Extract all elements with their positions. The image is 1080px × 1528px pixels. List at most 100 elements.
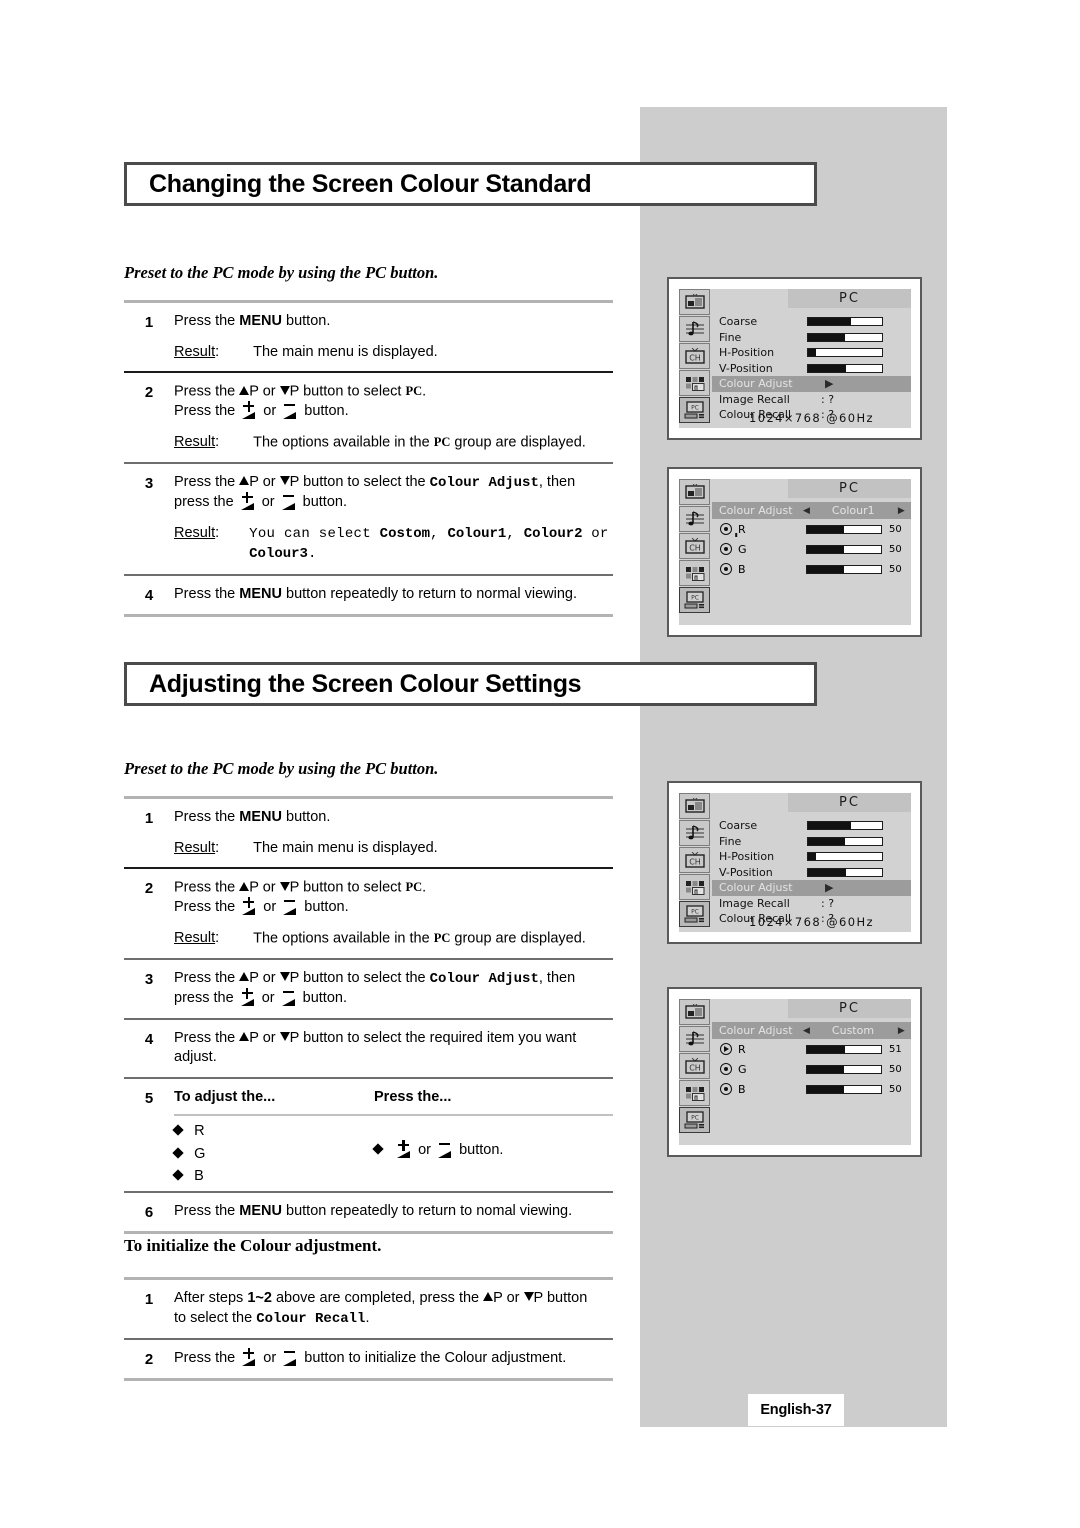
osd-row-h-position[interactable]: H-Position	[712, 849, 911, 865]
step-text: button repeatedly to return to normal vi…	[281, 585, 577, 602]
steps-list-section-1: 1 Press the MENU button. Result: The mai…	[124, 300, 613, 617]
sound-icon[interactable]	[679, 316, 710, 342]
osd-rgb-label: R	[738, 1042, 746, 1056]
osd-row-coarse[interactable]: Coarse	[712, 314, 911, 330]
step-text: button repeatedly to return to nomal vie…	[281, 1202, 573, 1219]
osd-content: PC Coarse Fine H-Position V-Position Col…	[712, 793, 911, 932]
osd-rgb-value: 50	[889, 1063, 902, 1075]
chevron-left-icon[interactable]: ◀	[803, 1026, 810, 1036]
feature-icon[interactable]	[679, 874, 710, 900]
osd-rgb-row-g[interactable]: G 50	[712, 539, 911, 559]
radio-dot-icon[interactable]	[720, 543, 732, 555]
osd-slider-fine[interactable]	[807, 332, 883, 342]
osd-row-v-position[interactable]: V-Position	[712, 361, 911, 377]
osd-slider-b[interactable]	[806, 1084, 882, 1094]
feature-icon[interactable]	[679, 1080, 710, 1106]
pc-icon[interactable]: PC	[679, 901, 710, 927]
osd-row-image-recall[interactable]: Image Recall : ?	[712, 392, 911, 408]
osd-selector-colour-adjust[interactable]: Colour Adjust ◀ Colour1 ▶	[712, 502, 911, 519]
chevron-right-icon[interactable]: ▶	[898, 506, 905, 516]
osd-slider-r[interactable]	[806, 524, 882, 534]
menu-item-colour-adjust: Colour Adjust	[429, 474, 539, 491]
sound-icon[interactable]	[679, 820, 710, 846]
result-text: You can select Costom, Colour1, Colour2 …	[249, 525, 609, 563]
step-text: button.	[300, 899, 349, 915]
step-text: P button to select	[289, 879, 406, 896]
radio-dot-icon[interactable]	[720, 563, 732, 575]
osd-slider-h-position[interactable]	[807, 348, 883, 358]
feature-icon[interactable]	[679, 560, 710, 586]
svg-text:CH: CH	[689, 1063, 701, 1072]
step-body: After steps 1~2 above are completed, pre…	[174, 1289, 613, 1329]
osd-rgb-row-r[interactable]: R 50	[712, 519, 911, 539]
triangle-down-icon	[523, 1292, 534, 1301]
channel-icon[interactable]: CH	[679, 343, 710, 369]
sound-icon[interactable]	[679, 506, 710, 532]
osd-slider-g[interactable]	[806, 544, 882, 554]
radio-dot-icon[interactable]	[720, 1063, 732, 1075]
osd-slider-coarse[interactable]	[807, 821, 883, 831]
radio-selected-icon[interactable]	[720, 1043, 732, 1055]
picture-icon[interactable]	[679, 289, 710, 315]
triangle-up-icon	[239, 881, 250, 891]
osd-selector-label: Colour Adjust	[719, 1024, 793, 1037]
pc-icon[interactable]: PC	[679, 1107, 710, 1133]
svg-text:CH: CH	[689, 543, 701, 552]
osd-row-fine[interactable]: Fine	[712, 330, 911, 346]
feature-icon[interactable]	[679, 370, 710, 396]
osd-row-colour-adjust[interactable]: Colour Adjust ▶	[712, 376, 911, 392]
step-number: 1	[144, 1291, 154, 1308]
step-text: P or	[493, 1290, 524, 1306]
osd-slider-r[interactable]	[806, 1044, 882, 1054]
step-text: or	[257, 494, 279, 510]
osd-title: PC	[788, 999, 911, 1018]
pc-icon[interactable]: PC	[679, 397, 710, 423]
osd-slider-g[interactable]	[806, 1064, 882, 1074]
osd-slider-b[interactable]	[806, 564, 882, 574]
osd-selector-colour-adjust[interactable]: Colour Adjust ◀ Custom ▶	[712, 1022, 911, 1039]
channel-icon[interactable]: CH	[679, 533, 710, 559]
step-row: 1 Press the MENU button. Result: The mai…	[124, 799, 613, 867]
press-action-cell: or button.	[372, 1122, 613, 1187]
osd-row-v-position[interactable]: V-Position	[712, 865, 911, 881]
osd-rgb-row-b[interactable]: B 50	[712, 559, 911, 579]
osd-slider-h-position[interactable]	[807, 852, 883, 862]
sound-icon[interactable]	[679, 1026, 710, 1052]
osd-row-coarse[interactable]: Coarse	[712, 818, 911, 834]
step-text: press the	[174, 494, 238, 510]
chevron-right-icon[interactable]: ▶	[898, 1026, 905, 1036]
osd-row-h-position[interactable]: H-Position	[712, 345, 911, 361]
volume-down-icon	[436, 1141, 454, 1158]
osd-rgb-row-g[interactable]: G 50	[712, 1059, 911, 1079]
pc-icon[interactable]: PC	[679, 587, 710, 613]
picture-icon[interactable]	[679, 793, 710, 819]
radio-dot-icon[interactable]	[720, 523, 732, 535]
osd-row-label: Image Recall	[719, 392, 790, 406]
menu-target-pc: PC	[405, 880, 423, 894]
step-text: P or	[249, 383, 280, 400]
osd-row-image-recall[interactable]: Image Recall : ?	[712, 896, 911, 912]
osd-rgb-row-b[interactable]: B 50	[712, 1079, 911, 1099]
step-text: Press the	[174, 473, 240, 490]
osd-rgb-row-r[interactable]: R 51	[712, 1039, 911, 1059]
osd-slider-fine[interactable]	[807, 836, 883, 846]
picture-icon[interactable]	[679, 999, 710, 1025]
osd-row-colour-adjust[interactable]: Colour Adjust ▶	[712, 880, 911, 896]
osd-slider-v-position[interactable]	[807, 363, 883, 373]
channel-icon[interactable]: CH	[679, 847, 710, 873]
channel-icon[interactable]: CH	[679, 1053, 710, 1079]
step-text: P or	[249, 473, 280, 490]
osd-slider-coarse[interactable]	[807, 317, 883, 327]
osd-content: PC Colour Adjust ◀ Colour1 ▶ R 50 G 50 B…	[712, 479, 911, 625]
osd-slider-v-position[interactable]	[807, 867, 883, 877]
chevron-left-icon[interactable]: ◀	[803, 506, 810, 516]
osd-screenshot-colour-adjust-custom: CH PC PC Colour Adjust ◀ Custom ▶ R 51 G…	[667, 987, 922, 1157]
radio-dot-icon[interactable]	[720, 1083, 732, 1095]
step-text: P button to select the	[289, 473, 430, 490]
step-row: 4 Press the MENU button repeatedly to re…	[124, 576, 613, 614]
svg-text:PC: PC	[691, 405, 699, 412]
step-text: Press the	[174, 879, 240, 896]
picture-icon[interactable]	[679, 479, 710, 505]
osd-row-fine[interactable]: Fine	[712, 834, 911, 850]
step-text: Press the	[174, 809, 240, 825]
